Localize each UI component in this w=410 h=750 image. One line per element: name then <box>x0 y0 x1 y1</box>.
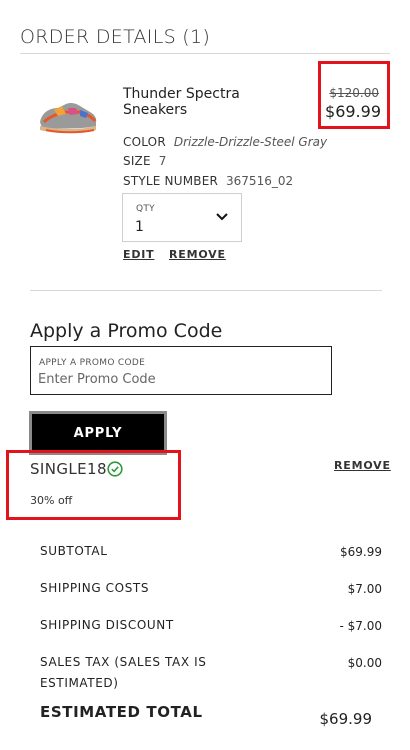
apply-button[interactable]: APPLY <box>29 411 167 455</box>
check-circle-icon <box>107 461 123 477</box>
promo-discount-desc: 30% off <box>30 494 73 507</box>
applied-promo-code: SINGLE18 <box>30 460 107 478</box>
color-row: COLOR Drizzle-Drizzle-Steel Gray <box>123 135 327 149</box>
subtotal-value: $69.99 <box>340 545 382 559</box>
promo-input-label: APPLY A PROMO CODE <box>39 358 146 368</box>
color-value: Drizzle-Drizzle-Steel Gray <box>173 135 328 149</box>
sale-price: $69.99 <box>325 102 381 121</box>
product-image[interactable] <box>36 82 100 142</box>
estimated-total-label: ESTIMATED TOTAL <box>40 703 203 721</box>
remove-promo-link[interactable]: REMOVE <box>334 459 391 472</box>
style-row: STYLE NUMBER 367516_02 <box>123 174 293 188</box>
original-price: $120.00 <box>329 86 379 100</box>
promo-code-input[interactable] <box>38 372 318 387</box>
header-divider <box>20 53 390 54</box>
remove-item-link[interactable]: REMOVE <box>169 248 226 261</box>
shipping-costs-label: SHIPPING COSTS <box>40 581 150 595</box>
quantity-select[interactable]: QTY 1 <box>122 193 242 242</box>
subtotal-label: SUBTOTAL <box>40 544 108 558</box>
order-details-title: ORDER DETAILS (1) <box>20 26 211 48</box>
sales-tax-value: $0.00 <box>347 656 382 670</box>
qty-value: 1 <box>135 219 144 235</box>
estimated-total-value: $69.99 <box>319 710 373 728</box>
size-row: SIZE 7 <box>123 154 166 168</box>
section-divider <box>30 290 382 291</box>
style-value: 367516_02 <box>226 174 294 188</box>
size-value: 7 <box>158 154 167 168</box>
promo-title: Apply a Promo Code <box>30 320 223 342</box>
size-label: SIZE <box>123 154 151 168</box>
shipping-discount-label: SHIPPING DISCOUNT <box>40 618 174 632</box>
chevron-down-icon[interactable] <box>215 210 229 224</box>
edit-link[interactable]: EDIT <box>123 248 154 261</box>
style-label: STYLE NUMBER <box>123 174 219 188</box>
color-label: COLOR <box>123 135 166 149</box>
sales-tax-label: SALES TAX (SALES TAX IS ESTIMATED) <box>40 655 207 690</box>
product-name[interactable]: Thunder Spectra Sneakers <box>123 86 283 118</box>
price-highlight: $120.00 $69.99 <box>318 61 390 129</box>
shipping-costs-value: $7.00 <box>347 582 382 596</box>
qty-label: QTY <box>136 204 155 214</box>
promo-code-field[interactable]: APPLY A PROMO CODE <box>30 346 332 395</box>
shipping-discount-value: - $7.00 <box>339 619 383 633</box>
